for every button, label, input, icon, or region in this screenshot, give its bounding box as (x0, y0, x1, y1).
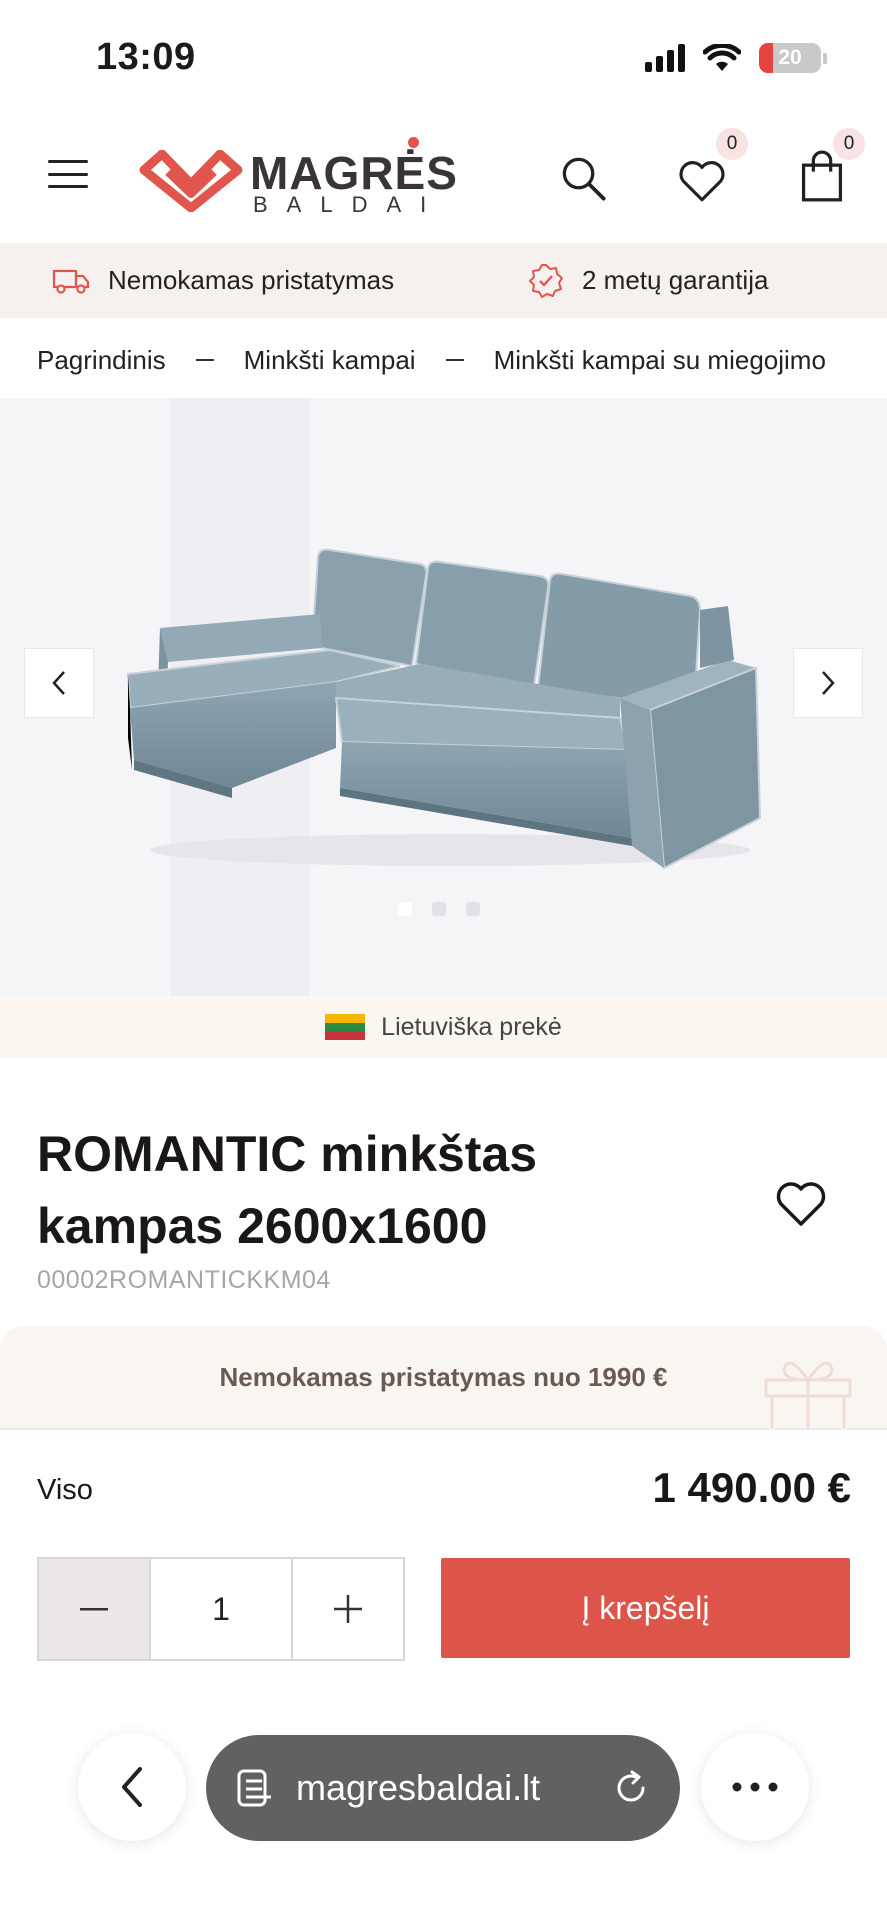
free-delivery-promo: Nemokamas pristatymas nuo 1990 € (0, 1326, 887, 1428)
logo-dot (408, 137, 419, 148)
search-icon[interactable] (560, 153, 608, 205)
reload-icon[interactable] (612, 1769, 650, 1807)
gift-icon (764, 1361, 852, 1430)
gallery-pagination (398, 902, 480, 916)
browser-back-button[interactable] (78, 1733, 186, 1841)
info-bar: Nemokamas pristatymas 2 metų garantija (0, 243, 887, 318)
chevron-right-icon (822, 671, 835, 695)
truck-icon (52, 269, 90, 294)
quantity-input[interactable]: 1 (151, 1559, 293, 1659)
origin-bar: Lietuviška prekė (0, 996, 887, 1058)
origin-label: Lietuviška prekė (381, 1012, 562, 1041)
gallery-next-button[interactable] (793, 648, 863, 718)
product-title: ROMANTIC minkštas kampas 2600x1600 (37, 1126, 538, 1254)
browser-more-button[interactable] (701, 1733, 809, 1841)
battery-icon: 20 (759, 43, 821, 73)
gallery-dot-2[interactable] (432, 902, 446, 916)
product-sku: 00002ROMANTICKKM04 (37, 1266, 331, 1294)
gallery-dot-3[interactable] (466, 902, 480, 916)
increase-quantity-button[interactable] (293, 1559, 403, 1659)
browser-address-bar[interactable]: magresbaldai.lt (206, 1735, 680, 1841)
free-delivery-item: Nemokamas pristatymas (52, 265, 394, 296)
page-menu-icon[interactable] (236, 1768, 274, 1808)
wishlist-icon[interactable] (678, 155, 726, 207)
chevron-left-icon (52, 671, 65, 695)
lithuania-flag-icon (325, 1014, 366, 1041)
quantity-stepper: 1 (37, 1557, 405, 1661)
wifi-icon (703, 44, 741, 71)
cart-icon[interactable] (798, 150, 846, 202)
plus-icon (334, 1595, 362, 1623)
gallery-prev-button[interactable] (24, 648, 94, 718)
breadcrumb-sleeping-corner-sofas[interactable]: Minkšti kampai su miegojimo (494, 345, 826, 376)
add-to-wishlist-heart-icon[interactable] (775, 1180, 827, 1228)
gallery-dot-1[interactable] (398, 902, 412, 916)
battery-level: 20 (778, 46, 802, 69)
total-label: Viso (37, 1474, 93, 1506)
signal-icon (645, 44, 685, 72)
wishlist-count-badge: 0 (716, 128, 748, 160)
back-arrow-icon (122, 1767, 142, 1807)
breadcrumb-home[interactable]: Pagrindinis (37, 345, 166, 376)
warranty-item: 2 metų garantija (528, 263, 768, 299)
promo-text: Nemokamas pristatymas nuo 1990 € (219, 1361, 668, 1392)
total-price: 1 490.00 € (652, 1464, 851, 1511)
more-dots-icon (732, 1782, 778, 1792)
minus-icon (80, 1608, 108, 1611)
decrease-quantity-button[interactable] (39, 1559, 151, 1659)
add-to-cart-button[interactable]: Į krepšelį (441, 1558, 850, 1658)
url-text[interactable]: magresbaldai.lt (296, 1767, 590, 1809)
warranty-label: 2 metų garantija (582, 265, 769, 295)
cart-count-badge: 0 (833, 128, 865, 160)
logo-subtitle: BALDAI (253, 192, 446, 217)
status-time: 13:09 (96, 36, 196, 78)
menu-icon[interactable] (48, 160, 88, 188)
status-icons: 20 (645, 40, 827, 76)
logo-heart-icon[interactable] (138, 150, 244, 212)
free-delivery-label: Nemokamas pristatymas (108, 265, 395, 295)
breadcrumb: Pagrindinis Minkšti kampai Minkšti kampa… (37, 338, 887, 382)
badge-check-icon (529, 263, 563, 298)
breadcrumb-corner-sofas[interactable]: Minkšti kampai (244, 345, 416, 376)
